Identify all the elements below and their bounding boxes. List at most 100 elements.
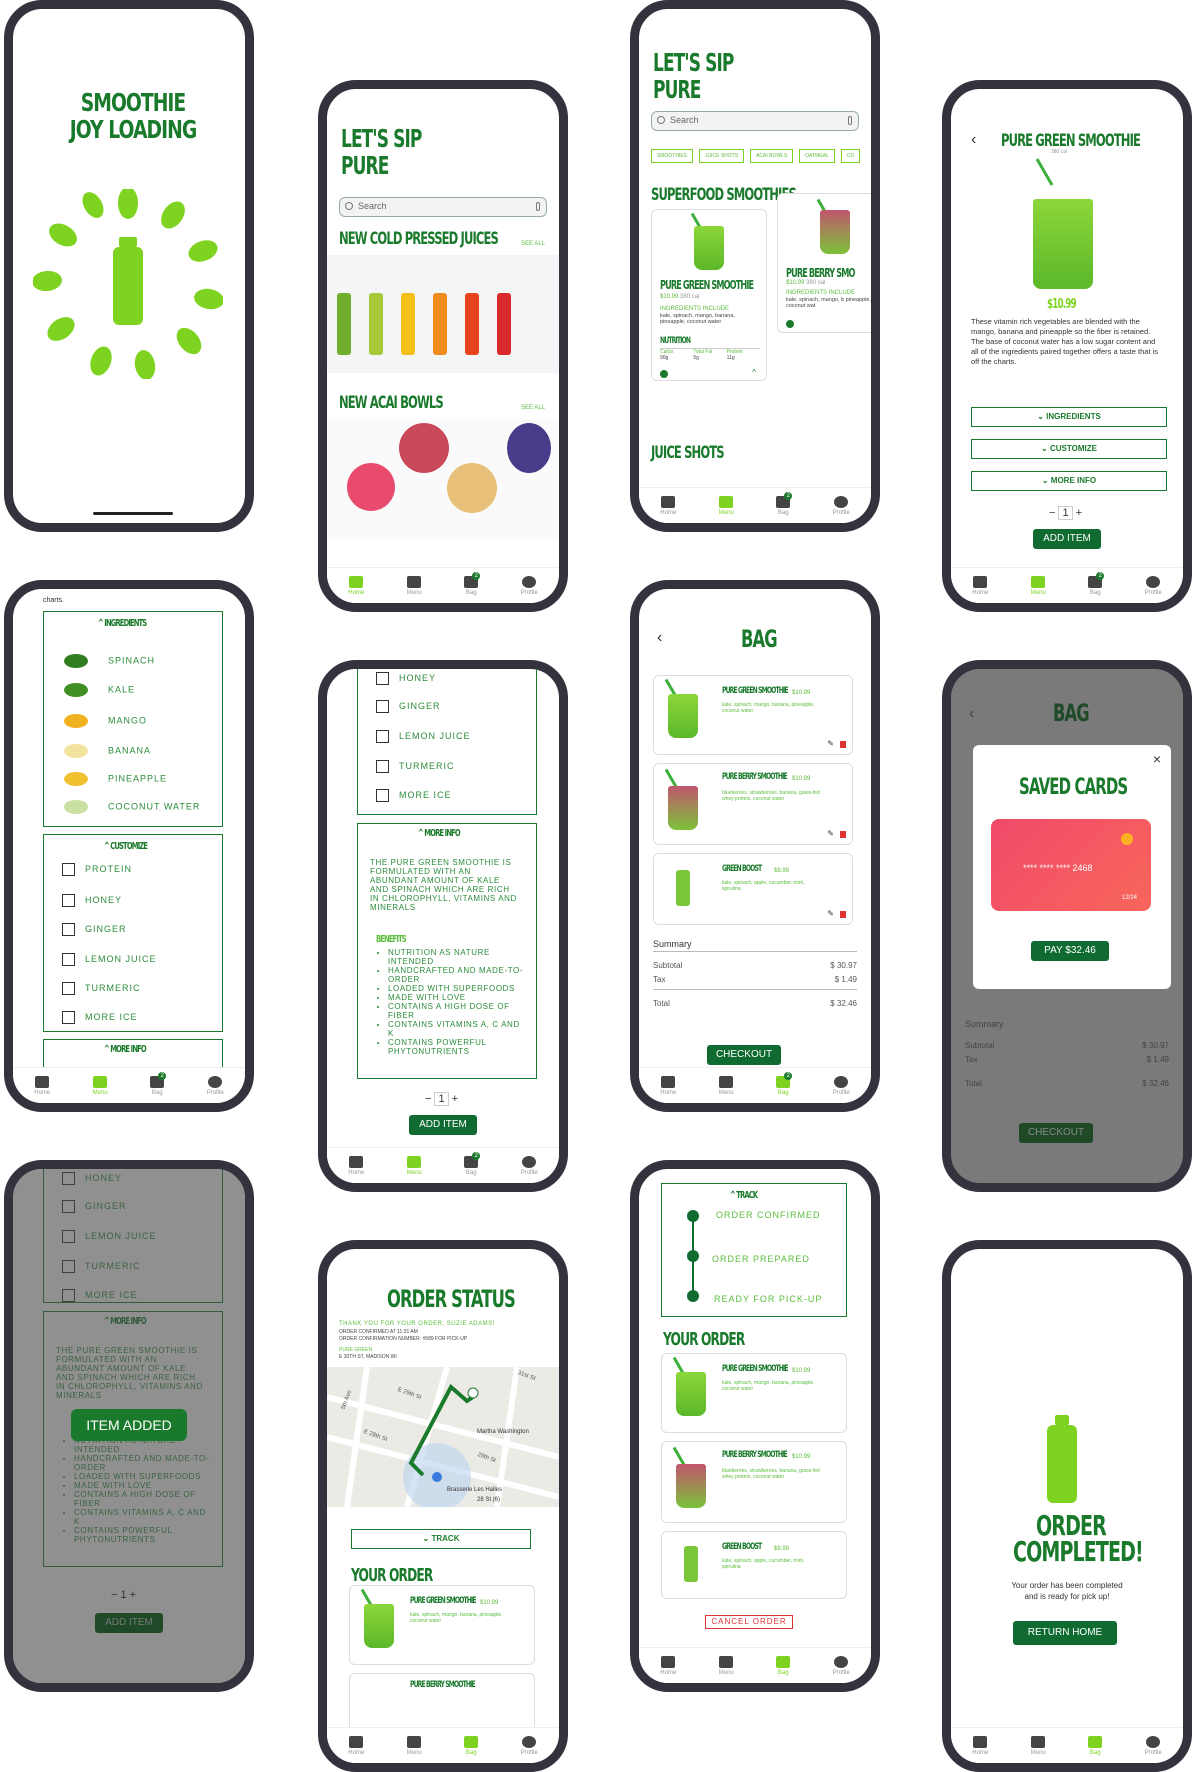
edit-icon[interactable]: ✎ (827, 829, 834, 838)
nav-menu[interactable]: Menu (407, 1735, 422, 1756)
nav-home[interactable]: Home (348, 575, 364, 596)
nav-home[interactable]: Home (972, 1735, 988, 1756)
order-item[interactable]: PURE BERRY SMOOTHIE $10.99 blueberries, … (661, 1441, 847, 1523)
back-icon[interactable]: ‹ (971, 131, 976, 149)
order-item[interactable]: PURE GREEN SMOOTHIE $10.99 kale, spinach… (661, 1353, 847, 1433)
nav-home[interactable]: Home (660, 495, 676, 516)
nav-home[interactable]: Home (348, 1155, 364, 1176)
track-step: READY FOR PICK-UP (714, 1294, 823, 1304)
home-icon (35, 1075, 50, 1088)
nav-bag[interactable]: 2 Bag (776, 491, 793, 516)
nav-profile[interactable]: Profile (521, 1155, 538, 1176)
nav-profile[interactable]: Profile (1145, 1735, 1162, 1756)
nav-home[interactable]: Home (660, 1075, 676, 1096)
nav-profile[interactable]: Profile (833, 1655, 850, 1676)
order-item[interactable]: PURE GREEN SMOOTHIE $10.99 kale, spinach… (349, 1585, 535, 1665)
qty-stepper[interactable]: − 1 + (1049, 506, 1082, 520)
nav-bag[interactable]: Bag (464, 1735, 479, 1756)
order-item[interactable]: GREEN BOOST $8.99 kale, spinach, apple, … (661, 1531, 847, 1599)
section-juice-shots: JUICE SHOTS (651, 443, 725, 463)
nav-bag[interactable]: Bag (1088, 1735, 1103, 1756)
see-all-link[interactable]: SEE ALL (521, 241, 545, 247)
chip-more[interactable]: CO (840, 149, 861, 163)
profile-icon (1146, 575, 1161, 588)
nav-menu[interactable]: Menu (719, 1075, 734, 1096)
menu-search-input[interactable]: Search (651, 111, 859, 131)
nav-menu[interactable]: Menu (1031, 1735, 1046, 1756)
phone-detail: ‹ PURE GREEN SMOOTHIE 380 cal $10.99 The… (942, 80, 1192, 612)
edit-icon[interactable]: ✎ (827, 909, 834, 918)
delete-icon[interactable] (840, 911, 846, 918)
nav-bag[interactable]: 2 Bag (1088, 571, 1105, 596)
more-info-toggle[interactable]: ⌄ MORE INFO (971, 471, 1167, 491)
chip-juice-shots[interactable]: JUICE SHOTS (699, 149, 745, 163)
nav-profile[interactable]: Profile (521, 1735, 538, 1756)
bag-icon (464, 1735, 479, 1748)
nav-profile[interactable]: Profile (1145, 575, 1162, 596)
chevron-up-icon[interactable]: ^ (752, 368, 756, 377)
checkout-button[interactable]: CHECKOUT (707, 1045, 781, 1065)
credit-card[interactable]: **** **** **** 2468 12/24 (991, 819, 1151, 911)
bag-item[interactable]: GREEN BOOST $8.99 kale, spinach, apple, … (653, 853, 853, 925)
chip-acai[interactable]: ACAI BOWLS (750, 149, 794, 163)
product-card-berry[interactable]: PURE BERRY SMO $10.99 380 cal INGREDIENT… (777, 193, 871, 333)
nav-profile[interactable]: Profile (207, 1075, 224, 1096)
close-icon[interactable]: × (1153, 751, 1161, 767)
mic-icon[interactable] (536, 202, 540, 211)
nav-menu[interactable]: Menu (1031, 575, 1046, 596)
nav-home[interactable]: Home (348, 1735, 364, 1756)
search-input[interactable]: Search (339, 197, 547, 217)
route-map[interactable]: E 29th St E 28th St Martha Washington Br… (327, 1366, 559, 1511)
back-icon[interactable]: ‹ (969, 705, 974, 723)
nav-profile[interactable]: Profile (521, 575, 538, 596)
juices-banner[interactable] (327, 255, 559, 373)
see-all-link-2[interactable]: SEE ALL (521, 405, 545, 411)
chip-oatmeal[interactable]: OATMEAL (799, 149, 835, 163)
nav-menu[interactable]: Menu (407, 575, 422, 596)
nav-menu[interactable]: Menu (93, 1075, 108, 1096)
bag-item[interactable]: PURE GREEN SMOOTHIE $10.99 kale, spinach… (653, 675, 853, 755)
profile-icon (522, 1735, 537, 1748)
nav-home[interactable]: Home (972, 575, 988, 596)
bowls-banner[interactable] (327, 419, 559, 539)
delete-icon[interactable] (840, 831, 846, 838)
profile-icon (208, 1075, 223, 1088)
nav-bag[interactable]: 2 Bag (464, 571, 481, 596)
nav-menu[interactable]: Menu (407, 1155, 422, 1176)
nav-menu[interactable]: Menu (719, 1655, 734, 1676)
nav-profile[interactable]: Profile (833, 1075, 850, 1096)
nav-home[interactable]: Home (34, 1075, 50, 1096)
home-indicator (93, 512, 173, 515)
add-icon[interactable] (786, 320, 794, 328)
back-icon[interactable]: ‹ (657, 629, 662, 647)
bag-item[interactable]: PURE BERRY SMOOTHIE $10.99 blueberries, … (653, 763, 853, 845)
product-card-green[interactable]: PURE GREEN SMOOTHIE $10.99 380 cal INGRE… (651, 209, 767, 381)
nav-profile[interactable]: Profile (833, 495, 850, 516)
bottom-nav: Home Menu Bag Profile (951, 1727, 1183, 1763)
nav-bag[interactable]: Bag (776, 1655, 791, 1676)
checkout-button: CHECKOUT (1019, 1123, 1093, 1143)
nav-bag[interactable]: 2 Bag (776, 1071, 793, 1096)
search-icon (345, 202, 353, 210)
pay-button[interactable]: PAY $32.46 (1031, 941, 1109, 961)
track-toggle[interactable]: ⌄ TRACK (351, 1529, 531, 1549)
add-item-button[interactable]: ADD ITEM (409, 1115, 477, 1135)
add-icon[interactable] (660, 370, 668, 378)
nav-bag[interactable]: 2 Bag (150, 1071, 167, 1096)
nav-home[interactable]: Home (660, 1655, 676, 1676)
phone-item-added: HONEY GINGER LEMON JUICE TURMERIC MORE I… (4, 1160, 254, 1692)
nav-bag[interactable]: 2 Bag (464, 1151, 481, 1176)
cancel-order-button[interactable]: CANCEL ORDER (705, 1615, 793, 1629)
add-item-button[interactable]: ADD ITEM (1033, 529, 1101, 549)
edit-icon[interactable]: ✎ (827, 739, 834, 748)
chip-smoothies[interactable]: SMOOTHIES (651, 149, 694, 163)
customize-toggle[interactable]: ⌄ CUSTOMIZE (971, 439, 1167, 459)
ingredients-toggle[interactable]: ⌄ INGREDIENTS (971, 407, 1167, 427)
return-home-button[interactable]: RETURN HOME (1013, 1621, 1117, 1645)
qty-stepper[interactable]: − 1 + (425, 1092, 458, 1106)
nav-menu[interactable]: Menu (719, 495, 734, 516)
delete-icon[interactable] (840, 741, 846, 748)
mic-icon[interactable] (848, 116, 852, 125)
profile-icon (834, 495, 849, 508)
track-panel: ^ TRACK ORDER CONFIRMED ORDER PREPARED R… (661, 1183, 847, 1317)
